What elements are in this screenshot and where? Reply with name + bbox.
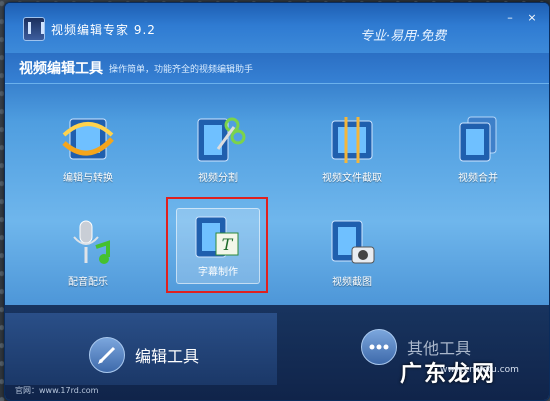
tool-label: 视频截图 — [332, 277, 372, 288]
tool-trim[interactable]: 视频文件截取 — [307, 113, 397, 184]
tool-edit-convert[interactable]: 编辑与转换 — [43, 113, 133, 184]
tab-label: 编辑工具 — [135, 347, 200, 366]
microphone-music-icon — [73, 220, 110, 264]
more-icon — [361, 329, 397, 365]
tool-dub-music[interactable]: 配音配乐 — [43, 217, 133, 288]
tool-screenshot[interactable]: 视频截图 — [307, 217, 397, 288]
film-convert-icon — [62, 118, 114, 160]
app-logo-icon — [23, 17, 45, 41]
minimize-button[interactable]: – — [503, 11, 517, 25]
film-subtitle-icon: T — [195, 216, 239, 258]
section-description: 操作简单，功能齐全的视频编辑助手 — [109, 65, 254, 75]
tool-label: 字幕制作 — [198, 267, 238, 278]
website-link[interactable]: 官网：www.17rd.com — [15, 385, 98, 396]
svg-text:T: T — [222, 235, 234, 254]
tool-label: 配音配乐 — [68, 277, 108, 288]
tool-label: 视频文件截取 — [322, 173, 382, 184]
highlight-frame: T 字幕制作 — [166, 197, 268, 293]
tool-label: 视频分割 — [198, 173, 238, 184]
section-title: 视频编辑工具 — [19, 61, 103, 77]
tool-split[interactable]: 视频分割 — [173, 113, 263, 184]
title-bar: 视频编辑专家 9.2 专业·易用·免费 – × — [5, 3, 549, 53]
tool-label: 视频合并 — [458, 173, 498, 184]
tool-grid: 编辑与转换 视频分割 视频文件截取 视频合并 配音配乐 视频截图 — [5, 83, 549, 305]
film-merge-icon — [459, 116, 497, 162]
film-camera-icon — [331, 220, 375, 264]
window-title: 视频编辑专家 9.2 — [51, 23, 156, 37]
tool-subtitle[interactable]: T 字幕制作 — [176, 208, 260, 284]
watermark-sub: www.cnwotu.com — [440, 365, 519, 375]
film-scissors-icon — [197, 117, 246, 162]
tool-merge[interactable]: 视频合并 — [433, 113, 523, 184]
tab-edit-tools[interactable]: 编辑工具 — [5, 313, 277, 385]
pencil-icon — [89, 337, 125, 373]
slogan: 专业·易用·免费 — [360, 29, 447, 44]
sub-header: 视频编辑工具 操作简单，功能齐全的视频编辑助手 — [5, 53, 549, 84]
close-button[interactable]: × — [525, 11, 539, 25]
tool-label: 编辑与转换 — [63, 173, 113, 184]
film-crop-icon — [331, 117, 373, 163]
app-window: 视频编辑专家 9.2 专业·易用·免费 – × 视频编辑工具 操作简单，功能齐全… — [4, 2, 550, 401]
